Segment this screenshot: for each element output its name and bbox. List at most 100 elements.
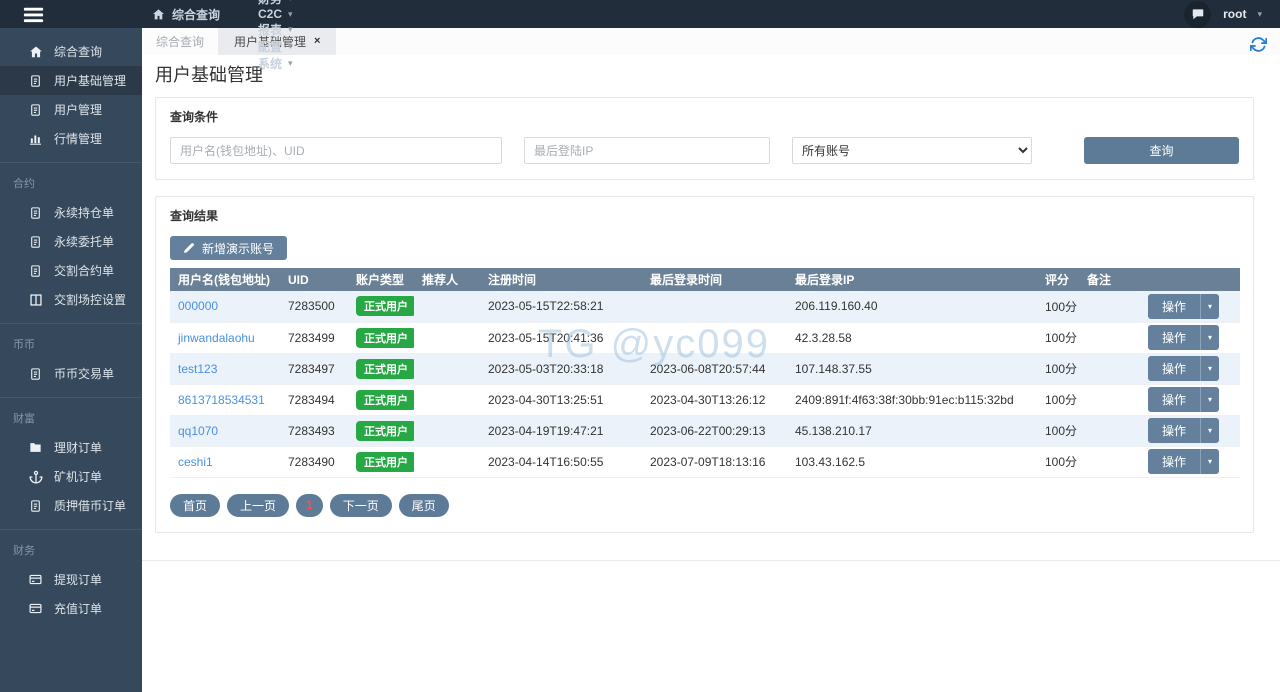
nav-item-home[interactable]: 综合查询 <box>138 0 234 28</box>
card-icon <box>28 573 43 586</box>
sidebar-item-3-1[interactable]: 矿机订单 <box>0 462 142 491</box>
chevron-down-icon: ▾ <box>1208 302 1212 311</box>
sidebar-item-2-0[interactable]: 币币交易单 <box>0 359 142 388</box>
row-action-group: 操作▾ <box>1148 449 1219 474</box>
query-conditions-card: 查询条件 所有账号 查询 <box>155 97 1254 180</box>
row-action-caret[interactable]: ▾ <box>1200 387 1219 412</box>
page-button[interactable]: 上一页 <box>227 494 289 517</box>
sidebar-item-label: 用户管理 <box>54 101 102 118</box>
sidebar-group-3: 财富理财订单矿机订单质押借币订单 <box>0 397 142 529</box>
sidebar-item-0-0[interactable]: 综合查询 <box>0 37 142 66</box>
cell-last-login-time: 2023-04-30T13:26:12 <box>642 384 787 415</box>
row-action-button[interactable]: 操作 <box>1148 418 1200 443</box>
page-button[interactable]: 下一页 <box>330 494 392 517</box>
user-menu[interactable]: root ▾ <box>1223 7 1262 21</box>
page-button[interactable]: 尾页 <box>399 494 449 517</box>
cell-score: 100分 <box>1037 384 1079 415</box>
sidebar-item-4-1[interactable]: 充值订单 <box>0 594 142 623</box>
sidebar-group-label: 合约 <box>0 166 142 198</box>
cell-type: 正式用户 <box>348 291 414 322</box>
username-link[interactable]: 000000 <box>178 299 218 313</box>
nav-menu-4[interactable]: 报表▾ <box>234 21 317 38</box>
row-action-caret[interactable]: ▾ <box>1200 294 1219 319</box>
column-header: 账户类型 <box>348 268 414 291</box>
file-icon <box>28 235 43 249</box>
navbar-right: root ▾ <box>1184 1 1280 28</box>
account-type-badge: 正式用户 <box>356 328 414 348</box>
username-link[interactable]: ceshi1 <box>178 455 213 469</box>
nav-menu-6[interactable]: 系统▾ <box>234 55 317 72</box>
row-action-button[interactable]: 操作 <box>1148 449 1200 474</box>
sidebar-item-1-2[interactable]: 交割合约单 <box>0 256 142 285</box>
cell-reg-time: 2023-05-03T20:33:18 <box>480 353 642 384</box>
chevron-down-icon: ▾ <box>1208 426 1212 435</box>
cell-username: ceshi1 <box>170 446 280 477</box>
sidebar-item-3-0[interactable]: 理财订单 <box>0 433 142 462</box>
cell-score: 100分 <box>1037 415 1079 446</box>
sidebar-item-3-2[interactable]: 质押借币订单 <box>0 491 142 520</box>
search-button[interactable]: 查询 <box>1084 137 1239 164</box>
nav-menu-2[interactable]: 财务▾ <box>234 0 317 7</box>
row-action-caret[interactable]: ▾ <box>1200 325 1219 350</box>
username-link[interactable]: 8613718534531 <box>178 393 265 407</box>
refresh-icon[interactable] <box>1250 36 1267 56</box>
sidebar-item-label: 质押借币订单 <box>54 497 126 514</box>
table-row: 86137185345317283494正式用户2023-04-30T13:25… <box>170 384 1240 415</box>
anchor-icon <box>28 470 43 484</box>
sidebar-item-4-0[interactable]: 提现订单 <box>0 565 142 594</box>
username-link[interactable]: test123 <box>178 362 217 376</box>
cell-last-login-ip: 103.43.162.5 <box>787 446 1037 477</box>
nav-menu-5[interactable]: 配置▾ <box>234 38 317 55</box>
sidebar-item-label: 币币交易单 <box>54 365 114 382</box>
account-type-badge: 正式用户 <box>356 359 414 379</box>
chevron-down-icon: ▾ <box>1257 9 1262 20</box>
file-icon <box>28 264 43 278</box>
cell-note <box>1079 322 1127 353</box>
sidebar-item-1-0[interactable]: 永续持仓单 <box>0 198 142 227</box>
sidebar-item-label: 矿机订单 <box>54 468 102 485</box>
cell-username: qq1070 <box>170 415 280 446</box>
page-button-current[interactable]: 1 <box>296 494 323 517</box>
add-demo-account-button[interactable]: 新增演示账号 <box>170 236 287 260</box>
row-action-button[interactable]: 操作 <box>1148 294 1200 319</box>
cell-last-login-ip: 2409:891f:4f63:38f:30bb:91ec:b115:32bd <box>787 384 1037 415</box>
row-action-caret[interactable]: ▾ <box>1200 449 1219 474</box>
sidebar-item-0-2[interactable]: 用户管理 <box>0 95 142 124</box>
cell-reg-time: 2023-05-15T22:58:21 <box>480 291 642 322</box>
username-uid-input[interactable] <box>170 137 502 164</box>
sidebar-item-label: 理财订单 <box>54 439 102 456</box>
row-action-button[interactable]: 操作 <box>1148 325 1200 350</box>
chevron-down-icon: ▾ <box>288 58 293 69</box>
row-action-caret[interactable]: ▾ <box>1200 356 1219 381</box>
column-header: 用户名(钱包地址) <box>170 268 280 291</box>
cell-note <box>1079 353 1127 384</box>
row-action-button[interactable]: 操作 <box>1148 387 1200 412</box>
pagination: 首页上一页 1 下一页尾页 <box>170 494 1239 517</box>
column-header: 最后登录时间 <box>642 268 787 291</box>
cell-reg-time: 2023-04-19T19:47:21 <box>480 415 642 446</box>
row-action-button[interactable]: 操作 <box>1148 356 1200 381</box>
nav-menu-3[interactable]: C2C▾ <box>234 7 317 21</box>
tab-overview[interactable]: 综合查询 <box>142 28 218 55</box>
last-login-ip-input[interactable] <box>524 137 770 164</box>
row-action-caret[interactable]: ▾ <box>1200 418 1219 443</box>
sidebar-item-1-3[interactable]: 交割场控设置 <box>0 285 142 314</box>
hamburger-menu-icon[interactable] <box>14 0 52 28</box>
chevron-down-icon: ▾ <box>1208 333 1212 342</box>
sidebar-item-0-3[interactable]: 行情管理 <box>0 124 142 153</box>
nav-item-label: 综合查询 <box>172 6 220 23</box>
sidebar-item-label: 行情管理 <box>54 130 102 147</box>
account-type-select[interactable]: 所有账号 <box>792 137 1032 164</box>
sidebar-item-0-1-active[interactable]: 用户基础管理 <box>0 66 142 95</box>
chat-icon[interactable] <box>1184 1 1211 28</box>
sidebar-item-1-1[interactable]: 永续委托单 <box>0 227 142 256</box>
page-button[interactable]: 首页 <box>170 494 220 517</box>
cell-last-login-time: 2023-06-08T20:57:44 <box>642 353 787 384</box>
cell-last-login-time <box>642 291 787 322</box>
username-link[interactable]: qq1070 <box>178 424 218 438</box>
sidebar-item-label: 交割合约单 <box>54 262 114 279</box>
username-link[interactable]: jinwandalaohu <box>178 331 255 345</box>
cell-type: 正式用户 <box>348 353 414 384</box>
sidebar-group-label: 币币 <box>0 327 142 359</box>
users-table: 用户名(钱包地址)UID账户类型推荐人注册时间最后登录时间最后登录IP评分备注 … <box>170 268 1240 478</box>
